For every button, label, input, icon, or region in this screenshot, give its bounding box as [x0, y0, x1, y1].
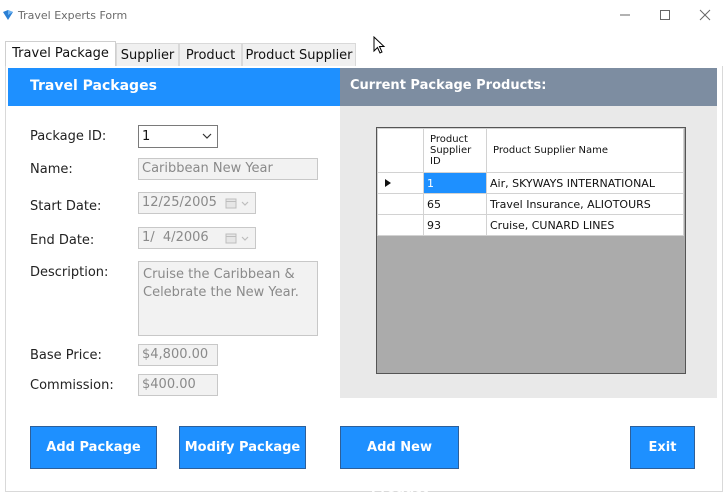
start-date-label: Start Date: — [30, 199, 102, 214]
end-date-label: End Date: — [30, 233, 95, 248]
add-new-product-button[interactable]: Add New Product — [340, 426, 459, 495]
tab-supplier[interactable]: Supplier — [116, 43, 179, 67]
maximize-button[interactable] — [650, 4, 680, 26]
row-header[interactable] — [377, 214, 424, 236]
tab-product-supplier[interactable]: Product Supplier — [242, 43, 356, 67]
products-table: Product Supplier ID Product Supplier Nam… — [377, 128, 684, 236]
table-row[interactable]: 93 Cruise, CUNARD LINES — [377, 214, 684, 236]
description-label: Description: — [30, 265, 109, 280]
cell-name[interactable]: Cruise, CUNARD LINES — [486, 214, 684, 236]
start-date-value: 12/25/2005 — [142, 195, 217, 210]
tab-travel-package[interactable]: Travel Package — [5, 41, 116, 66]
base-price-field[interactable]: $4,800.00 — [138, 344, 218, 366]
cell-name[interactable]: Travel Insurance, ALIOTOURS — [486, 193, 684, 215]
close-button[interactable] — [690, 4, 720, 26]
commission-label: Commission: — [30, 378, 114, 393]
package-id-label: Package ID: — [30, 129, 107, 144]
column-header-id[interactable]: Product Supplier ID — [423, 128, 487, 173]
name-field[interactable]: Caribbean New Year — [138, 158, 318, 180]
cell-id[interactable]: 1 — [423, 172, 487, 194]
window-title: Travel Experts Form — [18, 9, 128, 22]
table-row[interactable]: 1 Air, SKYWAYS INTERNATIONAL — [377, 172, 684, 194]
current-products-header: Current Package Products: — [340, 68, 717, 106]
end-date-picker[interactable]: 1/ 4/2006 — [138, 227, 256, 249]
minimize-button[interactable] — [610, 4, 640, 26]
add-package-button[interactable]: Add Package — [30, 426, 157, 469]
table-row[interactable]: 65 Travel Insurance, ALIOTOURS — [377, 193, 684, 215]
package-id-select[interactable]: 1 — [138, 125, 218, 148]
row-header[interactable] — [377, 172, 424, 194]
chevron-down-icon — [241, 236, 249, 241]
calendar-icon — [225, 233, 237, 244]
cell-name[interactable]: Air, SKYWAYS INTERNATIONAL — [486, 172, 684, 194]
app-window: Travel Experts Form Travel Package Suppl… — [0, 0, 727, 495]
app-icon — [3, 10, 13, 20]
chevron-down-icon — [241, 201, 249, 206]
products-grid[interactable]: Product Supplier ID Product Supplier Nam… — [376, 127, 686, 374]
base-price-label: Base Price: — [30, 348, 102, 363]
end-date-value: 1/ 4/2006 — [142, 230, 209, 245]
package-id-value: 1 — [142, 129, 151, 144]
table-header-row: Product Supplier ID Product Supplier Nam… — [377, 128, 684, 173]
current-row-arrow-icon — [385, 179, 391, 187]
title-bar: Travel Experts Form — [0, 0, 727, 32]
column-header-name[interactable]: Product Supplier Name — [486, 128, 684, 173]
calendar-icon — [225, 198, 237, 209]
row-header-corner — [377, 128, 424, 173]
modify-package-button[interactable]: Modify Package — [179, 426, 306, 469]
tab-product[interactable]: Product — [179, 43, 242, 67]
exit-button[interactable]: Exit — [630, 426, 695, 469]
name-label: Name: — [30, 162, 73, 177]
row-header[interactable] — [377, 193, 424, 215]
cell-id[interactable]: 93 — [423, 214, 487, 236]
cell-id[interactable]: 65 — [423, 193, 487, 215]
chevron-down-icon — [202, 133, 212, 139]
commission-field[interactable]: $400.00 — [138, 374, 218, 396]
travel-packages-header: Travel Packages — [8, 68, 340, 106]
description-field[interactable]: Cruise the Caribbean & Celebrate the New… — [138, 261, 318, 336]
start-date-picker[interactable]: 12/25/2005 — [138, 192, 256, 214]
mouse-cursor-icon — [373, 36, 386, 54]
